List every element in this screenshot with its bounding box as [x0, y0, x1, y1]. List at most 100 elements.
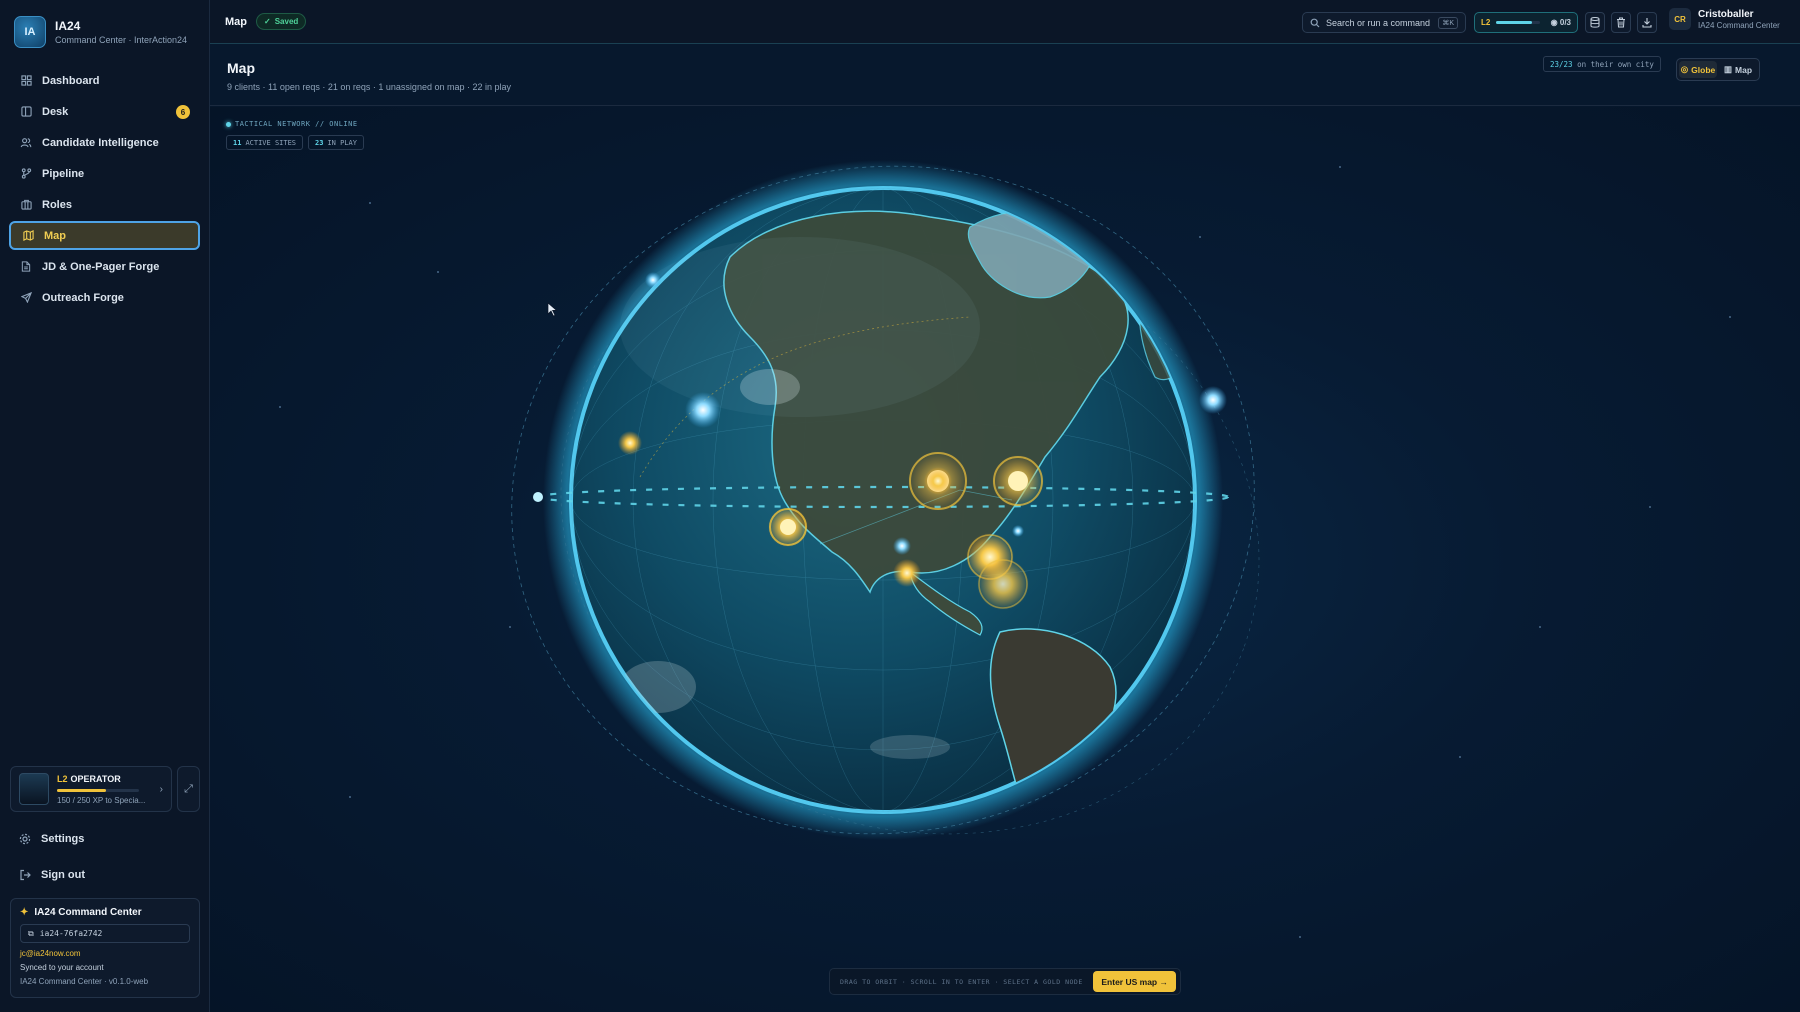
globe-hint-text: DRAG TO ORBIT · SCROLL IN TO ENTER · SEL… [840, 977, 1083, 986]
expand-icon: ⤢ [184, 782, 193, 795]
dashboard-icon [20, 75, 32, 87]
delete-button[interactable] [1611, 12, 1631, 33]
download-button[interactable] [1637, 12, 1657, 33]
search-icon [1310, 18, 1320, 28]
globe-view-label: Globe [1691, 64, 1716, 75]
trash-icon [1616, 17, 1626, 28]
account-sync-status: Synced to your account [20, 963, 104, 972]
topbar-title: Map [225, 15, 247, 28]
stat-chips: 11 ACTIVE SITES 23 IN PLAY [226, 135, 364, 150]
operator-card[interactable]: L2 OPERATOR 150 / 250 XP to Specia... › [10, 766, 172, 812]
command-search[interactable]: Search or run a command ⌘K [1302, 12, 1466, 33]
brand[interactable]: IA IA24 Command Center · InterAction24 [0, 0, 209, 62]
sidebar-item-label: Pipeline [42, 167, 85, 180]
sidebar-item-desk[interactable]: Desk 6 [9, 97, 200, 126]
level-label: L2 [1481, 18, 1491, 27]
enter-us-map-button[interactable]: Enter US map → [1093, 971, 1176, 992]
briefcase-icon [20, 199, 32, 211]
in-play-label: IN PLAY [327, 138, 357, 147]
level-progress-fill [1496, 21, 1532, 24]
sidebar-item-label: Roles [42, 198, 72, 211]
desk-icon [20, 106, 32, 118]
users-icon [20, 137, 32, 149]
city-coverage-badge: 23/23 on their own city [1543, 56, 1661, 72]
city-coverage-count: 23/23 [1550, 59, 1573, 69]
desk-count-badge: 6 [176, 105, 190, 119]
quest-count: ◉ 0/3 [1550, 18, 1571, 27]
account-title-text: IA24 Command Center [34, 907, 142, 918]
map-view-button[interactable]: ▥ Map [1719, 61, 1757, 78]
user-menu[interactable]: CR Cristoballer IA24 Command Center [1669, 8, 1780, 30]
sidebar-item-dashboard[interactable]: Dashboard [9, 66, 200, 95]
map-icon [22, 230, 34, 242]
check-icon: ✓ [264, 17, 271, 26]
sidebar-item-map[interactable]: Map [9, 221, 200, 250]
active-sites-label: ACTIVE SITES [245, 138, 297, 147]
download-icon [1642, 17, 1652, 28]
settings-label: Settings [41, 833, 85, 845]
globe-icon: ◎ [1680, 64, 1689, 74]
signout-link[interactable]: Sign out [19, 869, 85, 881]
chevron-right-icon: › [159, 783, 163, 795]
avatar: CR [1669, 8, 1691, 30]
level-progress-bar [1496, 21, 1541, 24]
active-sites-count: 11 [233, 138, 242, 147]
app-version: IA24 Command Center · v0.1.0-web [20, 977, 149, 986]
page-header: Map 9 clients · 11 open reqs · 21 on req… [210, 44, 1800, 106]
operator-title: OPERATOR [70, 773, 121, 784]
sidebar-item-label: Dashboard [42, 74, 100, 87]
xp-progress-fill [57, 788, 107, 792]
sidebar-item-outreach-forge[interactable]: Outreach Forge [9, 283, 200, 312]
database-icon [1590, 17, 1600, 28]
sidebar-item-candidate-intelligence[interactable]: Candidate Intelligence [9, 128, 200, 157]
topbar: Map ✓ Saved Search or run a command ⌘K L2… [210, 0, 1800, 44]
account-id-field[interactable]: ⧉ ia24-76fa2742 [20, 924, 190, 943]
page-title: Map [227, 60, 255, 76]
account-id: ia24-76fa2742 [39, 929, 103, 938]
send-icon [20, 292, 32, 304]
logo: IA [14, 16, 46, 48]
page-stats: 9 clients · 11 open reqs · 21 on reqs · … [227, 82, 512, 92]
globe-viewport[interactable]: TACTICAL NETWORK // ONLINE 11 ACTIVE SITE… [210, 107, 1800, 1012]
globe-view-button[interactable]: ◎ Globe [1679, 61, 1717, 78]
sign-out-icon [19, 869, 31, 881]
search-shortcut: ⌘K [1438, 16, 1458, 29]
sidebar-nav: Dashboard Desk 6 Candidate Intelligence … [0, 66, 209, 312]
xp-progress-bar [57, 788, 139, 792]
level-progress-pill[interactable]: L2 ◉ 0/3 [1474, 12, 1578, 33]
document-icon [20, 261, 32, 273]
saved-label: Saved [274, 17, 299, 26]
sidebar-item-pipeline[interactable]: Pipeline [9, 159, 200, 188]
operator-xp-text: 150 / 250 XP to Specia... [57, 795, 146, 805]
sidebar-item-label: Map [44, 229, 66, 242]
copy-icon: ⧉ [28, 928, 34, 938]
user-subtitle: IA24 Command Center [1698, 20, 1780, 30]
user-name: Cristoballer [1698, 8, 1754, 20]
brand-name: IA24 [55, 19, 81, 33]
in-play-count: 23 [315, 138, 324, 147]
account-title: ✦ IA24 Command Center [20, 907, 190, 918]
globe-canvas[interactable] [210, 107, 1800, 1012]
quest-count-text: 0/3 [1559, 18, 1571, 27]
globe-hint-bar: DRAG TO ORBIT · SCROLL IN TO ENTER · SEL… [829, 968, 1181, 995]
mouse-cursor-icon [547, 302, 558, 317]
account-email: jc@ia24now.com [20, 949, 81, 958]
account-card: ✦ IA24 Command Center ⧉ ia24-76fa2742 jc@i… [10, 898, 200, 998]
globe-sheen [620, 237, 980, 417]
sidebar-item-label: Candidate Intelligence [42, 136, 159, 149]
sidebar-item-label: Outreach Forge [42, 291, 124, 304]
operator-level-number: L2 [57, 773, 68, 784]
expand-button[interactable]: ⤢ [177, 766, 200, 812]
operator-level: L2 OPERATOR [57, 774, 145, 784]
brand-subtitle: Command Center · InterAction24 [55, 35, 188, 45]
sidebar-item-label: JD & One-Pager Forge [42, 260, 160, 273]
sidebar-item-jd-forge[interactable]: JD & One-Pager Forge [9, 252, 200, 281]
settings-link[interactable]: Settings [19, 833, 84, 845]
sidebar-item-label: Desk [42, 105, 69, 118]
operator-avatar [19, 773, 49, 805]
database-button[interactable] [1585, 12, 1605, 33]
city-coverage-label: on their own city [1577, 59, 1654, 69]
map-icon: ▥ [1723, 64, 1733, 74]
sidebar: IA IA24 Command Center · InterAction24 D… [0, 0, 210, 1012]
sidebar-item-roles[interactable]: Roles [9, 190, 200, 219]
